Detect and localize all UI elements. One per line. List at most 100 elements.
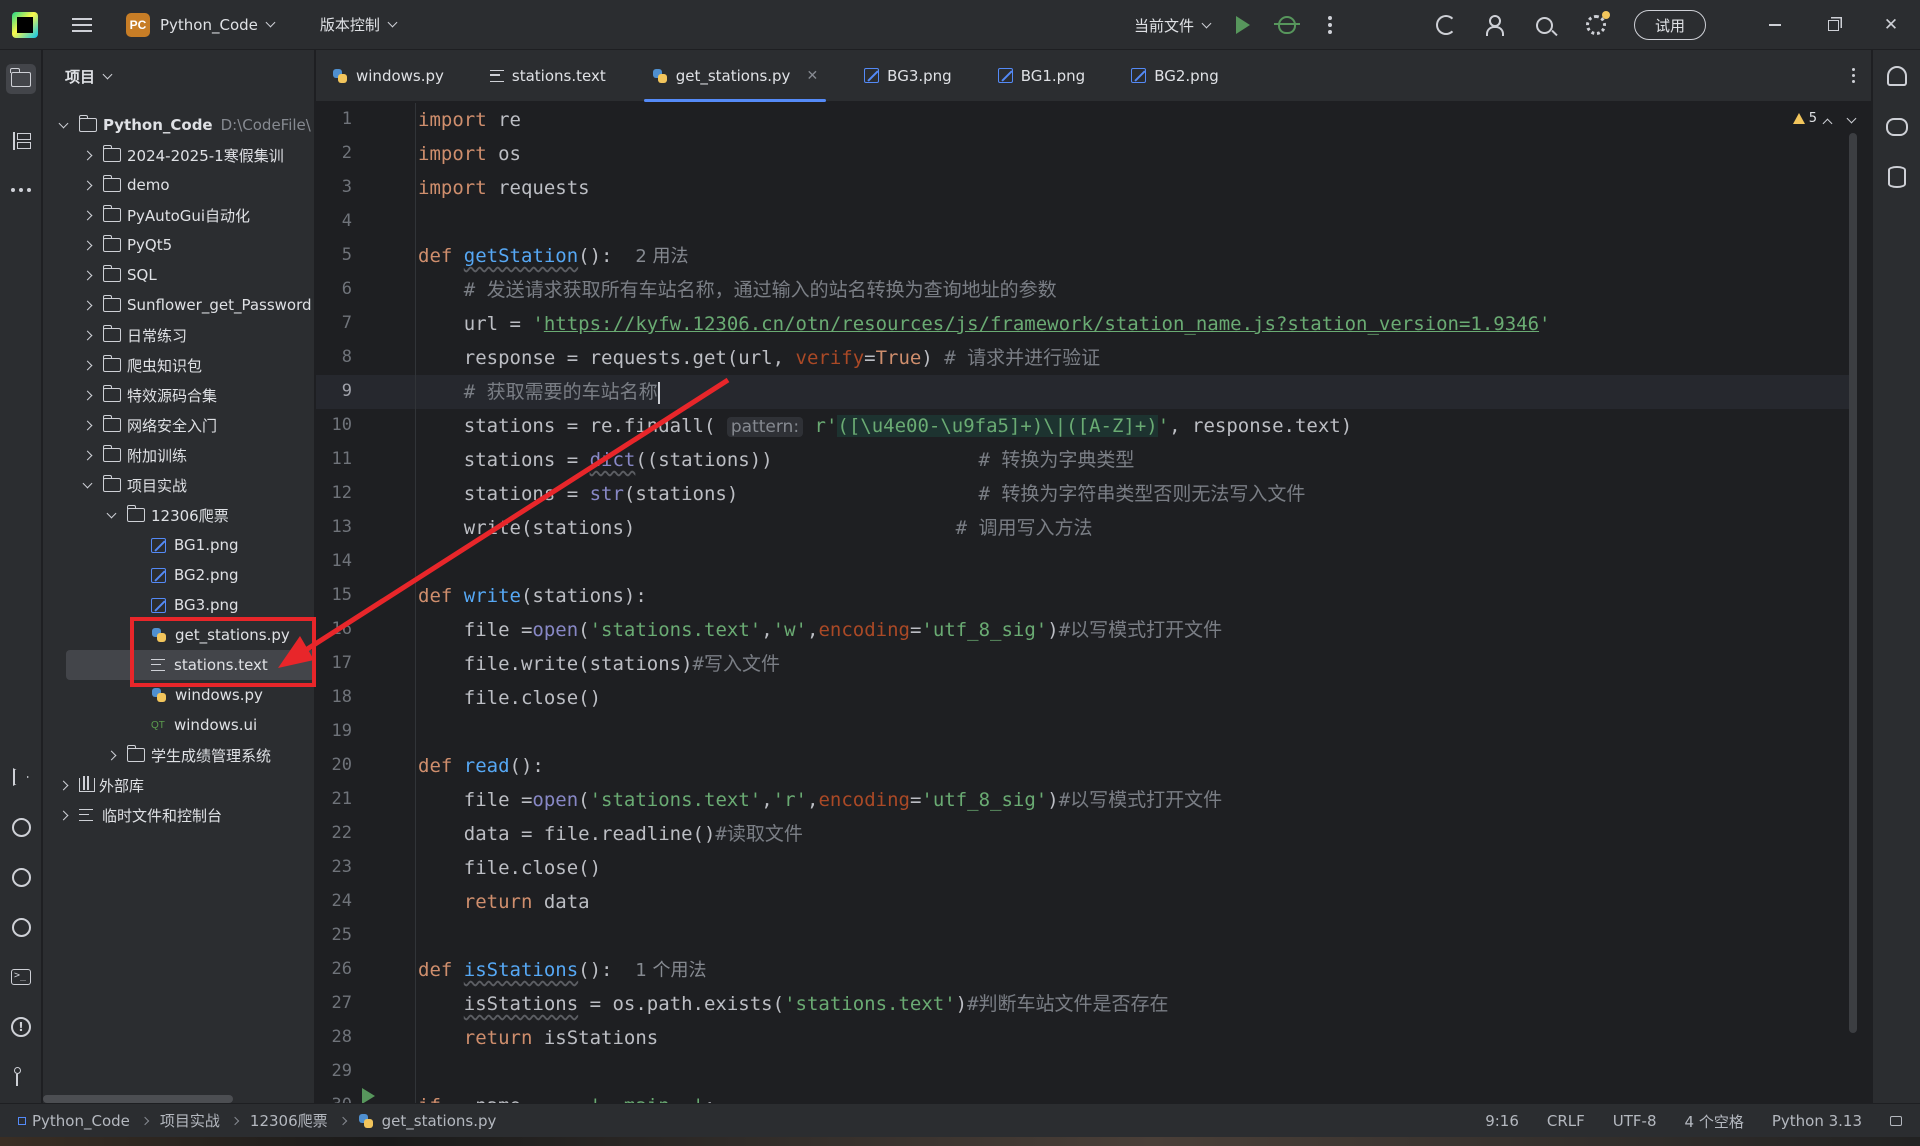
python-console-button[interactable]: [6, 812, 36, 842]
git-button[interactable]: [6, 1062, 36, 1092]
tree-item[interactable]: PyQt5: [43, 230, 314, 260]
code-editor[interactable]: 1 2 3 4 5 6 7 8 9 10 11 12 13 14 15 16 17 18 19 20 21 22 23 24 2…: [316, 103, 1871, 1103]
tabs-more-icon[interactable]: [1852, 74, 1855, 77]
chevron-right-icon[interactable]: [81, 149, 93, 161]
run-config-selector[interactable]: 当前文件: [1134, 15, 1212, 36]
chevron-down-icon[interactable]: [57, 119, 69, 131]
chevron-right-icon[interactable]: [57, 779, 69, 791]
editor-tab[interactable]: BG3.png: [848, 50, 968, 102]
tree-item[interactable]: Sunflower_get_Password: [43, 290, 314, 320]
editor-tab[interactable]: BG1.png: [982, 50, 1102, 102]
chevron-down-icon[interactable]: [105, 509, 117, 521]
tree-item[interactable]: 网络安全入门: [43, 410, 314, 440]
more-tools-button[interactable]: [6, 175, 36, 205]
minimize-button[interactable]: [1746, 0, 1804, 50]
settings-gear-icon[interactable]: [1585, 11, 1610, 35]
tree-item[interactable]: 学生成绩管理系统: [43, 740, 314, 770]
chevron-right-icon[interactable]: [105, 749, 117, 761]
python-packages-button[interactable]: [6, 862, 36, 892]
inspection-widget[interactable]: 5: [1792, 111, 1817, 126]
chevron-right-icon[interactable]: [81, 179, 93, 191]
chevron-down-icon[interactable]: [81, 479, 93, 491]
breadcrumb-item[interactable]: 12306爬票: [250, 1110, 328, 1131]
more-actions-icon[interactable]: [1327, 23, 1332, 27]
tree-item[interactable]: QT windows.ui: [43, 710, 314, 740]
tree-item[interactable]: Python_Code D:\CodeFile\: [43, 110, 314, 140]
tree-item[interactable]: 2024-2025-1寒假集训: [43, 140, 314, 170]
tree-item[interactable]: SQL: [43, 260, 314, 290]
usage-hint[interactable]: 1 个用法: [635, 960, 706, 981]
chevron-right-icon[interactable]: [81, 239, 93, 251]
tab-label: get_stations.py: [675, 66, 791, 85]
tree-item[interactable]: PyAutoGui自动化: [43, 200, 314, 230]
chevron-right-icon[interactable]: [81, 209, 93, 221]
chevron-right-icon[interactable]: [81, 389, 93, 401]
tab-close-icon[interactable]: ✕: [806, 68, 818, 84]
code-line-10: stations = re.findall( pattern: r'([\u4e…: [418, 415, 1353, 437]
chevron-right-icon[interactable]: [81, 329, 93, 341]
run-tool-button[interactable]: [6, 762, 36, 792]
project-tool-button[interactable]: [6, 64, 36, 94]
tree-item[interactable]: 12306爬票: [43, 500, 314, 530]
project-path-hint: D:\CodeFile\: [220, 116, 311, 134]
caret-position[interactable]: 9:16: [1485, 1112, 1519, 1130]
restore-button[interactable]: [1804, 0, 1862, 50]
project-switcher[interactable]: PC Python_Code: [118, 8, 282, 42]
main-menu-icon[interactable]: [72, 17, 92, 32]
horizontal-scrollbar[interactable]: [43, 1095, 233, 1103]
chevron-right-icon[interactable]: [57, 809, 69, 821]
tree-item[interactable]: 爬虫知识包: [43, 350, 314, 380]
readonly-lock-icon[interactable]: [1890, 1116, 1902, 1126]
code-with-me-icon[interactable]: [1485, 15, 1506, 36]
editor-tab[interactable]: get_stations.py ✕: [636, 50, 834, 102]
breadcrumb-item[interactable]: Python_Code: [32, 1112, 130, 1130]
vertical-scrollbar[interactable]: [1849, 133, 1857, 1033]
ai-chat-icon[interactable]: [1886, 118, 1908, 136]
project-panel-header[interactable]: 项目: [43, 50, 314, 102]
run-gutter-icon[interactable]: [362, 1088, 375, 1103]
chevron-right-icon[interactable]: [81, 359, 93, 371]
services-button[interactable]: [6, 912, 36, 942]
editor-tab[interactable]: stations.text: [474, 50, 622, 102]
tree-item[interactable]: demo: [43, 170, 314, 200]
file-encoding[interactable]: UTF-8: [1613, 1112, 1657, 1130]
close-button[interactable]: ✕: [1862, 0, 1920, 50]
trial-button[interactable]: 试用: [1633, 10, 1706, 40]
ai-assistant-icon[interactable]: [1435, 15, 1456, 35]
breadcrumb-item[interactable]: 项目实战: [160, 1110, 220, 1131]
editor-tab[interactable]: windows.py: [316, 50, 460, 102]
terminal-button[interactable]: >_: [6, 962, 36, 992]
tree-item[interactable]: 项目实战: [43, 470, 314, 500]
tree-item[interactable]: BG3.png: [43, 590, 314, 620]
breadcrumb-item[interactable]: get_stations.py: [382, 1112, 497, 1130]
problems-button[interactable]: !: [6, 1012, 36, 1042]
code-line-23: file.close(): [418, 857, 602, 879]
chevron-right-icon[interactable]: [81, 449, 93, 461]
tree-item[interactable]: BG2.png: [43, 560, 314, 590]
tree-item[interactable]: 外部库: [43, 770, 314, 800]
database-icon[interactable]: [1888, 166, 1906, 188]
chevron-right-icon[interactable]: [81, 419, 93, 431]
debug-icon[interactable]: [1273, 16, 1300, 34]
url-string[interactable]: https://kyfw.12306.cn/otn/resources/js/f…: [544, 313, 1539, 335]
tree-item[interactable]: 日常练习: [43, 320, 314, 350]
editor-tab[interactable]: BG2.png: [1115, 50, 1235, 102]
previous-problem-icon[interactable]: [1822, 118, 1833, 129]
structure-tool-button[interactable]: [6, 126, 36, 156]
python-interpreter[interactable]: Python 3.13: [1772, 1112, 1862, 1130]
tab-label: BG3.png: [887, 66, 952, 85]
search-icon[interactable]: [1535, 16, 1553, 34]
chevron-right-icon[interactable]: [81, 299, 93, 311]
tree-item[interactable]: 特效源码合集: [43, 380, 314, 410]
chevron-right-icon[interactable]: [81, 269, 93, 281]
indent-setting[interactable]: 4 个空格: [1685, 1111, 1744, 1132]
notifications-bell-icon[interactable]: [1887, 66, 1907, 86]
usage-hint[interactable]: 2 用法: [635, 246, 688, 267]
tree-item[interactable]: 附加训练: [43, 440, 314, 470]
tree-item[interactable]: 临时文件和控制台: [43, 800, 314, 830]
vcs-menu[interactable]: 版本控制: [310, 14, 398, 35]
run-icon[interactable]: [1235, 16, 1250, 34]
next-problem-icon[interactable]: [1846, 113, 1857, 124]
line-separator[interactable]: CRLF: [1547, 1112, 1585, 1130]
tree-item[interactable]: BG1.png: [43, 530, 314, 560]
